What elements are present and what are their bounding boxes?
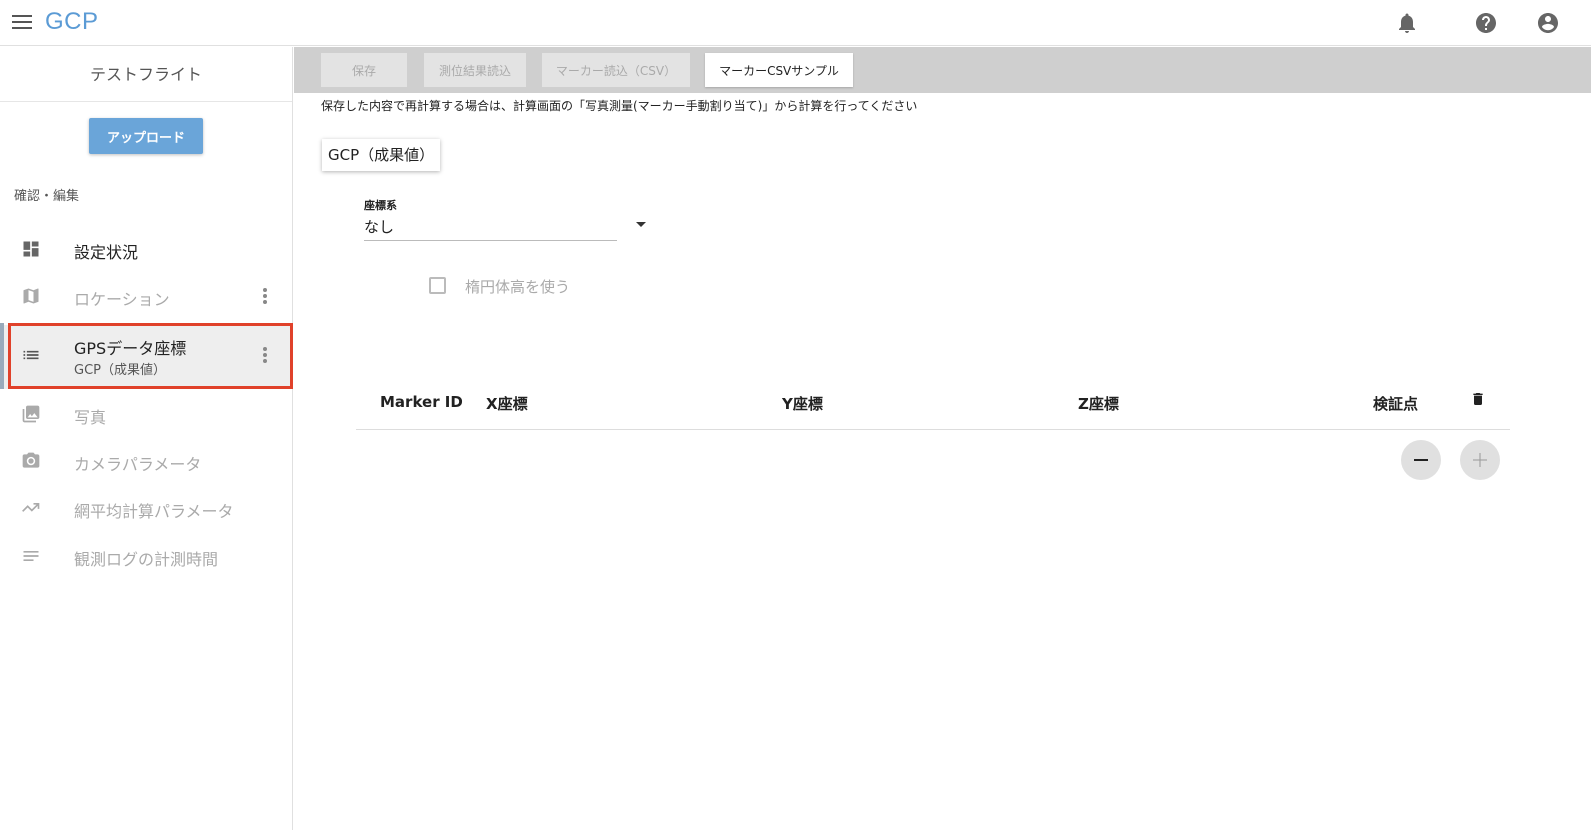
list-icon	[23, 350, 39, 360]
dashboard-icon	[23, 241, 39, 257]
hamburger-menu-icon[interactable]	[12, 14, 32, 30]
delete-icon[interactable]	[1470, 389, 1486, 409]
dropdown-arrow-icon[interactable]	[636, 222, 646, 227]
notes-icon	[23, 551, 39, 561]
sidebar-item-label: ロケーション	[74, 290, 170, 309]
upload-button[interactable]: アップロード	[89, 118, 203, 154]
column-marker-id: Marker ID	[380, 393, 463, 411]
coord-system-label: 座標系	[364, 199, 397, 212]
trending-icon	[22, 503, 40, 512]
load-markers-csv-button[interactable]: マーカー読込（CSV）	[542, 53, 690, 87]
minus-icon	[1414, 459, 1428, 461]
column-checkpoint: 検証点	[1373, 395, 1419, 413]
account-icon[interactable]	[1536, 11, 1560, 35]
ellipsoid-height-checkbox[interactable]	[429, 277, 446, 294]
sidebar-item-location[interactable]: ロケーション	[0, 273, 293, 319]
sidebar-item-log-time[interactable]: 観測ログの計測時間	[0, 533, 293, 579]
sidebar-item-camera-params[interactable]: カメラパラメータ	[0, 438, 293, 484]
more-vert-icon[interactable]	[258, 345, 272, 365]
sidebar-item-settings-status[interactable]: 設定状況	[0, 226, 293, 272]
add-row-button[interactable]	[1460, 440, 1500, 480]
sidebar-item-label: 設定状況	[74, 243, 139, 262]
plus-icon	[1473, 453, 1487, 467]
section-label: 確認・編集	[14, 189, 80, 204]
column-z: Z座標	[1078, 395, 1119, 413]
sidebar-item-label: 観測ログの計測時間	[74, 550, 219, 569]
column-x: X座標	[486, 395, 528, 413]
section-chip: GCP（成果値）	[322, 139, 440, 171]
sidebar-item-label: 写真	[74, 408, 107, 427]
camera-icon	[22, 452, 40, 468]
selected-indicator	[0, 323, 4, 389]
more-vert-icon[interactable]	[258, 286, 272, 306]
app-title: GCP	[45, 8, 99, 35]
save-button[interactable]: 保存	[321, 53, 407, 87]
coord-system-value: なし	[364, 218, 395, 236]
remove-row-button[interactable]	[1401, 440, 1441, 480]
notifications-icon[interactable]	[1395, 11, 1419, 35]
sidebar-item-sublabel: GCP（成果値）	[74, 363, 166, 378]
table-header: Marker ID X座標 Y座標 Z座標 検証点	[356, 385, 1510, 430]
top-app-bar: GCP	[0, 0, 1591, 46]
photo-library-icon	[22, 405, 40, 423]
sidebar-item-gps-data[interactable]: GPSデータ座標 GCP（成果値）	[0, 325, 293, 389]
sidebar-item-adjustment-params[interactable]: 網平均計算パラメータ	[0, 485, 293, 531]
sidebar-item-label: 網平均計算パラメータ	[74, 502, 234, 521]
recalc-notice: 保存した内容で再計算する場合は、計算画面の「写真測量(マーカー手動割り当て)」か…	[321, 99, 918, 113]
sidebar-item-photos[interactable]: 写真	[0, 391, 293, 437]
ellipsoid-height-label: 楕円体高を使う	[465, 278, 571, 296]
marker-csv-sample-button[interactable]: マーカーCSVサンプル	[705, 53, 853, 87]
coord-system-select[interactable]: なし	[364, 216, 646, 241]
map-icon	[23, 288, 39, 304]
sidebar-project-title: テストフライト	[0, 47, 292, 102]
sidebar-item-label: GPSデータ座標	[74, 339, 187, 358]
help-icon[interactable]	[1474, 11, 1498, 35]
column-y: Y座標	[782, 395, 823, 413]
load-results-button[interactable]: 測位結果読込	[424, 53, 526, 87]
toolbar: 保存 測位結果読込 マーカー読込（CSV） マーカーCSVサンプル	[294, 47, 1591, 93]
sidebar-item-label: カメラパラメータ	[74, 455, 202, 474]
sidebar: テストフライト アップロード 確認・編集 設定状況 ロケーション GPSデータ座…	[0, 47, 293, 830]
